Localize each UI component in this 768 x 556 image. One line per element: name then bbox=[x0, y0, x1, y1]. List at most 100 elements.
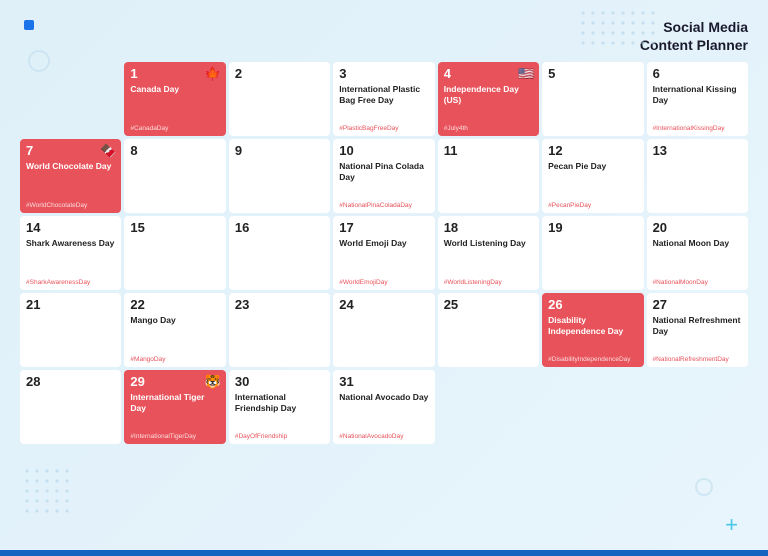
day-number-31: 31 bbox=[339, 375, 428, 389]
day-number-8: 8 bbox=[130, 144, 219, 158]
cal-cell-day-9: 9 bbox=[229, 139, 330, 213]
day-number-14: 14 bbox=[26, 221, 115, 235]
cell-title-29: International Tiger Day bbox=[130, 392, 219, 432]
calendar-row-4: 2829🐯International Tiger Day#Internation… bbox=[20, 370, 748, 444]
cell-title-18: World Listening Day bbox=[444, 238, 533, 278]
cal-cell-day-31: 31 National Avocado Day#NationalAvocadoDa… bbox=[333, 370, 434, 444]
cell-hashtag-17: #WorldEmojiDay bbox=[339, 277, 428, 286]
cell-hashtag-29: #InternationalTigerDay bbox=[130, 431, 219, 440]
cell-title-27: National Refreshment Day bbox=[653, 315, 742, 355]
cell-title-3: International Plastic Bag Free Day bbox=[339, 84, 428, 124]
decorative-dots-bl bbox=[22, 466, 72, 516]
cal-cell-day-11: 11 bbox=[438, 139, 539, 213]
cell-hashtag-3: #PlasticBagFreeDay bbox=[339, 123, 428, 132]
cal-cell-empty bbox=[20, 62, 121, 136]
calendar-row-1: 7🍫World Chocolate Day#WorldChocolateDay8… bbox=[20, 139, 748, 213]
cal-cell-day-27: 27 National Refreshment Day#NationalRefre… bbox=[647, 293, 748, 367]
cal-cell-day-21: 21 bbox=[20, 293, 121, 367]
cell-title-31: National Avocado Day bbox=[339, 392, 428, 432]
cell-hashtag-27: #NationalRefreshmentDay bbox=[653, 354, 742, 363]
cell-title-12: Pecan Pie Day bbox=[548, 161, 637, 201]
cal-cell-empty bbox=[438, 370, 539, 444]
cal-cell-day-1: 1🍁Canada Day#CanadaDay bbox=[124, 62, 225, 136]
day-number-23: 23 bbox=[235, 298, 324, 312]
day-number-27: 27 bbox=[653, 298, 742, 312]
day-number-2: 2 bbox=[235, 67, 324, 81]
decorative-circle-bl bbox=[695, 478, 713, 496]
cell-title-22: Mango Day bbox=[130, 315, 219, 355]
cell-icon: 🍁 bbox=[205, 66, 221, 82]
cell-hashtag-14: #SharkAwarenessDay bbox=[26, 277, 115, 286]
day-number-24: 24 bbox=[339, 298, 428, 312]
cal-cell-day-28: 28 bbox=[20, 370, 121, 444]
calendar: 1🍁Canada Day#CanadaDay23International Pl… bbox=[20, 62, 748, 444]
day-number-18: 18 bbox=[444, 221, 533, 235]
cal-cell-day-30: 30International Friendship Day#DayOfFrie… bbox=[229, 370, 330, 444]
day-number-30: 30 bbox=[235, 375, 324, 389]
day-number-28: 28 bbox=[26, 375, 115, 389]
calendar-row-2: 14Shark Awareness Day#SharkAwarenessDay1… bbox=[20, 216, 748, 290]
cal-cell-day-10: 10 National Pina Colada Day#NationalPinaC… bbox=[333, 139, 434, 213]
day-number-17: 17 bbox=[339, 221, 428, 235]
cell-title-10: National Pina Colada Day bbox=[339, 161, 428, 201]
cal-cell-day-13: 13 bbox=[647, 139, 748, 213]
cal-cell-day-4: 4🇺🇸Independence Day (US)#July4th bbox=[438, 62, 539, 136]
cal-cell-day-6: 6 International Kissing Day#International… bbox=[647, 62, 748, 136]
bottom-bar bbox=[0, 550, 768, 556]
cal-cell-day-15: 15 bbox=[124, 216, 225, 290]
day-number-21: 21 bbox=[26, 298, 115, 312]
cell-hashtag-12: #PecanPieDay bbox=[548, 200, 637, 209]
cal-cell-day-2: 2 bbox=[229, 62, 330, 136]
day-number-3: 3 bbox=[339, 67, 428, 81]
cell-hashtag-7: #WorldChocolateDay bbox=[26, 200, 115, 209]
cal-cell-day-20: 20 National Moon Day#NationalMoonDay bbox=[647, 216, 748, 290]
cell-hashtag-26: #DisabilityIndependenceDay bbox=[548, 354, 637, 363]
cell-hashtag-18: #WorldListeningDay bbox=[444, 277, 533, 286]
cal-cell-day-25: 25 bbox=[438, 293, 539, 367]
day-number-5: 5 bbox=[548, 67, 637, 81]
day-number-20: 20 bbox=[653, 221, 742, 235]
day-number-19: 19 bbox=[548, 221, 637, 235]
cal-cell-day-22: 22Mango Day#MangoDay bbox=[124, 293, 225, 367]
day-number-26: 26 bbox=[548, 298, 637, 312]
cell-icon: 🇺🇸 bbox=[518, 66, 534, 82]
cell-title-6: International Kissing Day bbox=[653, 84, 742, 124]
day-number-25: 25 bbox=[444, 298, 533, 312]
cell-title-4: Independence Day (US) bbox=[444, 84, 533, 124]
cell-hashtag-4: #July4th bbox=[444, 123, 533, 132]
cal-cell-day-17: 17 World Emoji Day#WorldEmojiDay bbox=[333, 216, 434, 290]
cell-icon: 🍫 bbox=[100, 143, 116, 159]
cal-cell-empty bbox=[542, 370, 643, 444]
day-number-22: 22 bbox=[130, 298, 219, 312]
cal-cell-day-16: 16 bbox=[229, 216, 330, 290]
cell-title-20: National Moon Day bbox=[653, 238, 742, 278]
cal-cell-day-18: 18 World Listening Day#WorldListeningDay bbox=[438, 216, 539, 290]
day-number-6: 6 bbox=[653, 67, 742, 81]
cell-hashtag-10: #NationalPinaColadaDay bbox=[339, 200, 428, 209]
cal-cell-day-23: 23 bbox=[229, 293, 330, 367]
cell-title-14: Shark Awareness Day bbox=[26, 238, 115, 278]
decorative-plus: + bbox=[725, 512, 738, 538]
cell-hashtag-30: #DayOfFriendship bbox=[235, 431, 324, 440]
day-number-12: 12 bbox=[548, 144, 637, 158]
cell-hashtag-6: #InternationalKissingDay bbox=[653, 123, 742, 132]
cell-title-1: Canada Day bbox=[130, 84, 219, 124]
socialpilot-icon bbox=[24, 20, 34, 30]
day-number-13: 13 bbox=[653, 144, 742, 158]
subtitle bbox=[20, 20, 38, 30]
cal-cell-day-3: 3 International Plastic Bag Free Day#Plas… bbox=[333, 62, 434, 136]
cell-title-17: World Emoji Day bbox=[339, 238, 428, 278]
cell-hashtag-31: #NationalAvocadoDay bbox=[339, 431, 428, 440]
cal-cell-day-14: 14 Shark Awareness Day#SharkAwarenessDay bbox=[20, 216, 121, 290]
cal-cell-day-8: 8 bbox=[124, 139, 225, 213]
cell-title-7: World Chocolate Day bbox=[26, 161, 115, 201]
cal-cell-day-26: 26Disability Independence Day#Disability… bbox=[542, 293, 643, 367]
cal-cell-day-7: 7🍫World Chocolate Day#WorldChocolateDay bbox=[20, 139, 121, 213]
cell-icon: 🐯 bbox=[205, 374, 221, 390]
day-number-10: 10 bbox=[339, 144, 428, 158]
cell-hashtag-20: #NationalMoonDay bbox=[653, 277, 742, 286]
cal-cell-empty bbox=[647, 370, 748, 444]
cal-cell-day-19: 19 bbox=[542, 216, 643, 290]
day-number-15: 15 bbox=[130, 221, 219, 235]
calendar-row-3: 2122Mango Day#MangoDay23242526Disability… bbox=[20, 293, 748, 367]
